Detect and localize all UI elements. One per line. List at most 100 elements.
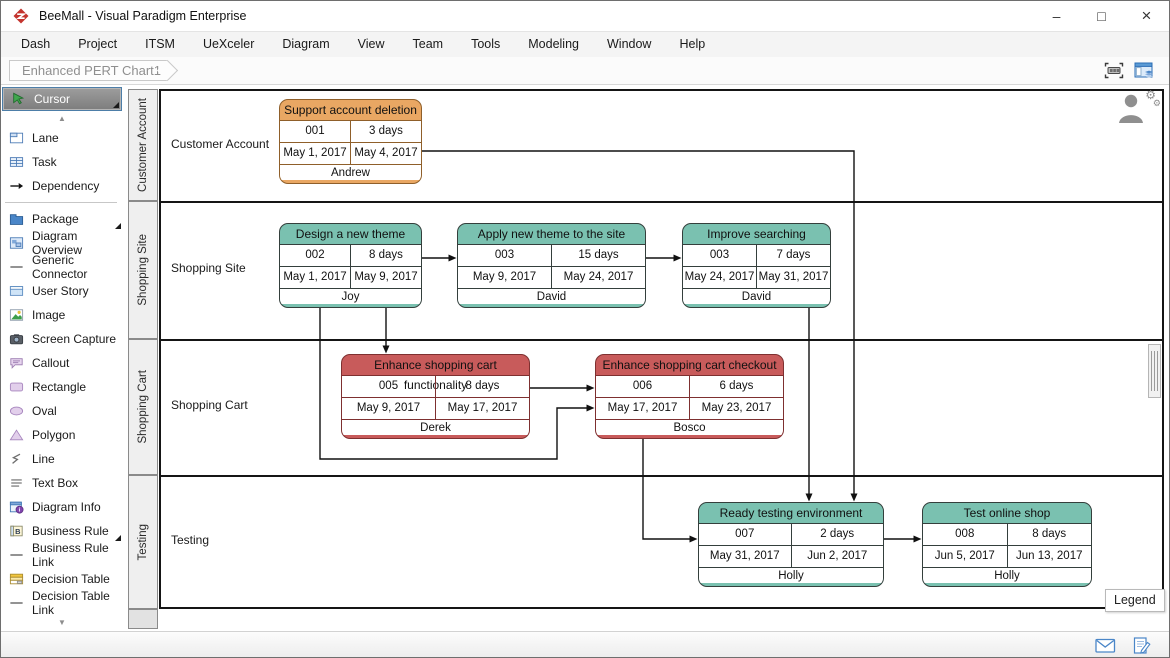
task-owner: Holly bbox=[699, 567, 883, 583]
tool-business-rule[interactable]: B Business Rule bbox=[1, 519, 123, 543]
lane-header-shopping-site[interactable]: Shopping Site bbox=[128, 201, 158, 339]
user-story-icon bbox=[8, 284, 25, 298]
task-end-date: May 9, 2017 bbox=[350, 267, 421, 288]
task-end-date: May 4, 2017 bbox=[350, 143, 421, 164]
tool-oval[interactable]: Oval bbox=[1, 399, 123, 423]
task-name: Enhance shopping cart checkout bbox=[596, 355, 783, 375]
tool-user-story[interactable]: User Story bbox=[1, 279, 123, 303]
visual-paradigm-logo-icon bbox=[13, 8, 29, 24]
menu-view[interactable]: View bbox=[344, 32, 399, 57]
diagram-info-icon: i bbox=[8, 500, 25, 514]
task-owner: Derek bbox=[342, 419, 529, 435]
menu-bar: Dash Project ITSM UeXceler Diagram View … bbox=[1, 31, 1169, 57]
tool-dependency[interactable]: Dependency bbox=[1, 174, 123, 198]
tool-screen-capture[interactable]: Screen Capture bbox=[1, 327, 123, 351]
edit-notes-button[interactable] bbox=[1132, 637, 1151, 655]
status-bar bbox=[1, 631, 1169, 658]
title-bar: BeeMall - Visual Paradigm Enterprise – □… bbox=[1, 1, 1169, 31]
fit-to-selection-button[interactable] bbox=[1103, 62, 1125, 80]
text-box-icon bbox=[8, 476, 25, 490]
close-button[interactable]: × bbox=[1124, 1, 1169, 31]
task-duration: 8 days bbox=[435, 376, 529, 397]
tool-image[interactable]: Image bbox=[1, 303, 123, 327]
menu-team[interactable]: Team bbox=[399, 32, 458, 57]
task-name: Design a new theme bbox=[280, 224, 421, 244]
menu-tools[interactable]: Tools bbox=[457, 32, 514, 57]
task-start-date: Jun 5, 2017 bbox=[923, 546, 1007, 567]
tool-cursor[interactable]: Cursor bbox=[2, 87, 122, 111]
tool-diagram-overview[interactable]: Diagram Overview bbox=[1, 231, 123, 255]
messages-button[interactable] bbox=[1095, 637, 1116, 654]
tool-lane[interactable]: Lane bbox=[1, 126, 123, 150]
menu-modeling[interactable]: Modeling bbox=[514, 32, 593, 57]
generic-connector-icon bbox=[8, 260, 25, 274]
tool-task[interactable]: Task bbox=[1, 150, 123, 174]
pert-task-ready-testing-environment[interactable]: Ready testing environment 0072 days May … bbox=[698, 502, 884, 587]
task-id: 003 bbox=[458, 245, 551, 266]
lane-header-customer-account[interactable]: Customer Account bbox=[128, 89, 158, 201]
toolbox-separator bbox=[5, 202, 117, 203]
diagram-tab[interactable]: Enhanced PERT Chart1 bbox=[9, 60, 167, 81]
tool-diagram-info[interactable]: i Diagram Info bbox=[1, 495, 123, 519]
menu-help[interactable]: Help bbox=[665, 32, 719, 57]
gear-icon: ⚙ bbox=[1153, 98, 1161, 109]
expand-corner-icon bbox=[113, 102, 119, 108]
task-id: 003 bbox=[683, 245, 756, 266]
window-title: BeeMall - Visual Paradigm Enterprise bbox=[39, 9, 247, 23]
camera-icon bbox=[8, 332, 25, 346]
task-start-date: May 1, 2017 bbox=[280, 143, 350, 164]
decision-table-icon bbox=[8, 572, 25, 586]
pert-task-improve-searching[interactable]: Improve searching 0037 days May 24, 2017… bbox=[682, 223, 831, 308]
menu-itsm[interactable]: ITSM bbox=[131, 32, 189, 57]
task-name: Support account deletion bbox=[280, 100, 421, 120]
pert-task-cart-functionality[interactable]: Enhance shopping cart functionality 0058… bbox=[341, 354, 530, 439]
tool-decision-table-link[interactable]: Decision Table Link bbox=[1, 591, 123, 615]
menu-project[interactable]: Project bbox=[64, 32, 131, 57]
pert-task-cart-checkout[interactable]: Enhance shopping cart checkout 0066 days… bbox=[595, 354, 784, 439]
tool-callout[interactable]: Callout bbox=[1, 351, 123, 375]
legend-button[interactable]: Legend bbox=[1105, 589, 1165, 612]
tool-business-rule-link[interactable]: Business Rule Link bbox=[1, 543, 123, 567]
pert-task-test-online-shop[interactable]: Test online shop 0088 days Jun 5, 2017Ju… bbox=[922, 502, 1092, 587]
minimize-button[interactable]: – bbox=[1034, 1, 1079, 31]
task-owner: Bosco bbox=[596, 419, 783, 435]
show-panel-button[interactable] bbox=[1133, 62, 1155, 80]
decision-table-link-icon bbox=[8, 596, 25, 610]
toolbox-scroll-up[interactable]: ▲ bbox=[1, 111, 123, 126]
task-id: 005 bbox=[342, 376, 435, 397]
lane-header-shopping-cart[interactable]: Shopping Cart bbox=[128, 339, 158, 475]
task-owner: David bbox=[683, 288, 830, 304]
pert-task-design-a-new-theme[interactable]: Design a new theme 0028 days May 1, 2017… bbox=[279, 223, 422, 308]
maximize-button[interactable]: □ bbox=[1079, 1, 1124, 31]
pert-task-apply-new-theme[interactable]: Apply new theme to the site 00315 days M… bbox=[457, 223, 646, 308]
pert-task-support-account-deletion[interactable]: Support account deletion 0013 days May 1… bbox=[279, 99, 422, 184]
lane-divider bbox=[159, 339, 1164, 341]
lane-header-testing[interactable]: Testing bbox=[128, 475, 158, 609]
task-owner: Joy bbox=[280, 288, 421, 304]
lane-label-shopping-site: Shopping Site bbox=[171, 261, 246, 275]
task-id: 007 bbox=[699, 524, 791, 545]
lane-strip-corner bbox=[128, 609, 158, 629]
tool-line[interactable]: Line bbox=[1, 447, 123, 471]
task-id: 006 bbox=[596, 376, 689, 397]
user-settings-icon[interactable]: ⚙ ⚙ bbox=[1117, 91, 1157, 131]
diagram-canvas[interactable]: Cursor ▲ Lane Task Dependency Package bbox=[1, 85, 1169, 631]
tool-package[interactable]: Package bbox=[1, 207, 123, 231]
menu-diagram[interactable]: Diagram bbox=[268, 32, 343, 57]
menu-dash[interactable]: Dash bbox=[7, 32, 64, 57]
panel-collapse-grip[interactable] bbox=[1148, 344, 1161, 398]
toolbox-scroll-down[interactable]: ▼ bbox=[1, 615, 123, 630]
oval-icon bbox=[8, 404, 25, 418]
task-start-date: May 9, 2017 bbox=[342, 398, 435, 419]
tool-polygon[interactable]: Polygon bbox=[1, 423, 123, 447]
tool-text-box[interactable]: Text Box bbox=[1, 471, 123, 495]
menu-window[interactable]: Window bbox=[593, 32, 665, 57]
image-icon bbox=[8, 308, 25, 322]
lane-label-customer-account: Customer Account bbox=[171, 137, 269, 151]
cursor-icon bbox=[10, 92, 27, 106]
task-end-date: May 17, 2017 bbox=[435, 398, 529, 419]
tool-decision-table[interactable]: Decision Table bbox=[1, 567, 123, 591]
menu-uexceler[interactable]: UeXceler bbox=[189, 32, 268, 57]
tool-rectangle[interactable]: Rectangle bbox=[1, 375, 123, 399]
tool-generic-connector[interactable]: Generic Connector bbox=[1, 255, 123, 279]
